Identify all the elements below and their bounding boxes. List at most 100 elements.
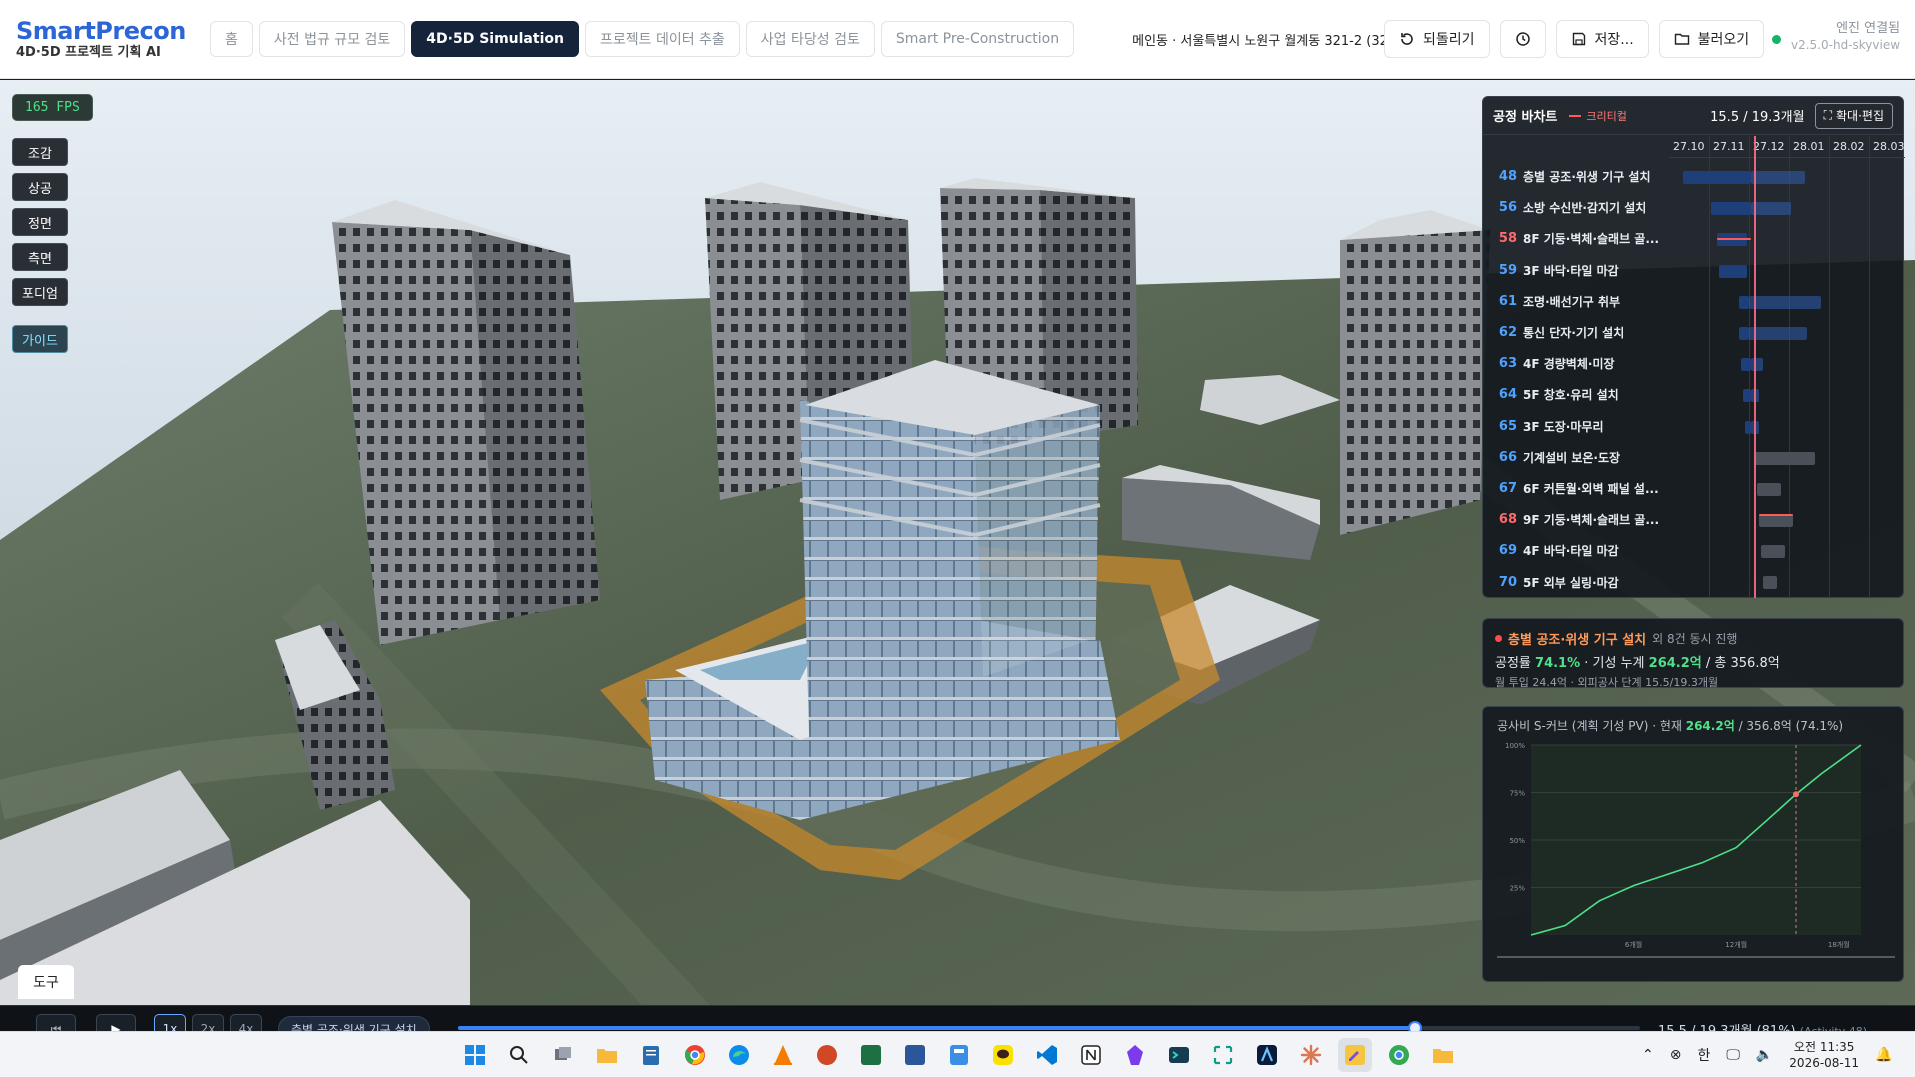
task-id: 62 [1498, 325, 1517, 341]
fps-counter: 165 FPS [12, 94, 93, 121]
tab-feasibility[interactable]: 사업 타당성 검토 [745, 21, 875, 57]
network-icon[interactable]: 🖵 [1726, 1047, 1740, 1063]
load-button[interactable]: 불러오기 [1658, 20, 1765, 58]
chrome-profile-icon[interactable] [1382, 1038, 1416, 1072]
powerpoint-icon[interactable] [810, 1038, 844, 1072]
task-bar[interactable] [1761, 545, 1785, 559]
chevron-up-icon[interactable]: ⌃ [1642, 1047, 1654, 1063]
terminal-icon[interactable] [1162, 1038, 1196, 1072]
s-curve-chart[interactable]: 100% 75% 50% 25% 6개월 12개월 18개월 [1483, 737, 1903, 977]
undo-button[interactable]: 되돌리기 [1384, 20, 1490, 58]
total-value: / 총 356.8억 [1705, 656, 1780, 671]
notification-icon[interactable]: 🔔 [1875, 1047, 1892, 1063]
history-button[interactable] [1499, 20, 1546, 58]
view-front-button[interactable]: 정면 [12, 208, 68, 236]
task-bar[interactable] [1719, 264, 1747, 278]
task-bar[interactable] [1683, 171, 1751, 184]
task-bar[interactable] [1757, 482, 1781, 496]
view-side-button[interactable]: 측면 [12, 243, 68, 271]
y-tick-label: 100% [1505, 742, 1525, 750]
gantt-panel: 공정 바차트 크리티컬 15.5 / 19.3개월 ⛶ 확대·편집 27.10 2… [1482, 96, 1905, 598]
ime-indicator[interactable]: 한 [1697, 1045, 1710, 1065]
folder-icon[interactable] [1426, 1038, 1460, 1072]
vscode-icon[interactable] [1030, 1038, 1064, 1072]
start-icon[interactable] [458, 1038, 492, 1072]
task-view-icon[interactable] [546, 1038, 580, 1072]
chrome-icon[interactable] [678, 1038, 712, 1072]
tab-home[interactable]: 홈 [210, 21, 253, 57]
task-bar[interactable] [1739, 326, 1749, 340]
save-icon [1572, 32, 1585, 46]
task-id: 61 [1498, 293, 1517, 309]
tools-tab[interactable]: 도구 [18, 965, 74, 999]
excel-icon[interactable] [854, 1038, 888, 1072]
task-name: 소방 수신반·감지기 설치 [1523, 201, 1647, 216]
vlc-icon[interactable] [766, 1038, 800, 1072]
guide-toggle-button[interactable]: 가이드 [12, 325, 68, 353]
kakaotalk-icon[interactable] [986, 1038, 1020, 1072]
clock-time: 오전 11:35 [1793, 1040, 1855, 1054]
gantt-row[interactable]: 64 5F 창호·유리 설치 [1483, 379, 1903, 410]
system-tray: ⌃ ⊗ 한 🖵 🔈 오전 11:35 2026-08-11 🔔 [1642, 1032, 1892, 1077]
volume-icon[interactable]: 🔈 [1756, 1047, 1773, 1063]
gantt-row[interactable]: 69 4F 바닥·타일 마감 [1483, 535, 1903, 566]
task-name: 4F 바닥·타일 마감 [1523, 544, 1619, 559]
notepad-icon[interactable] [634, 1038, 668, 1072]
system-clock[interactable]: 오전 11:35 2026-08-11 [1789, 1039, 1859, 1071]
x-tick-label: 18개월 [1828, 940, 1850, 949]
task-bar[interactable] [1711, 202, 1751, 216]
claude-icon[interactable] [1294, 1038, 1328, 1072]
timeline-playbar: ⏮ ▶ 1x 2x 4x 층별 공조·위생 기구 설치 15.5 / 19.3개… [0, 1005, 1915, 1044]
gantt-expand-button[interactable]: ⛶ 확대·편집 [1814, 102, 1893, 129]
3d-viewport[interactable]: 165 FPS 조감 상공 정면 측면 포디엄 가이드 도구 공정 바차트 크리… [0, 80, 1915, 1031]
task-bar[interactable] [1755, 451, 1815, 465]
gantt-row[interactable]: 58 8F 기둥·벽체·슬래브 골... [1483, 223, 1903, 254]
gantt-row[interactable]: 59 3F 바닥·타일 마감 [1483, 255, 1903, 286]
x-tick-label: 12개월 [1725, 940, 1747, 949]
view-podium-button[interactable]: 포디엄 [12, 278, 68, 306]
month-label: 28.03 [1873, 140, 1905, 153]
edge-icon[interactable] [722, 1038, 756, 1072]
task-bar[interactable] [1741, 358, 1751, 372]
engine-version: v2.5.0-hd-skyview [1791, 38, 1901, 52]
word-icon[interactable] [898, 1038, 932, 1072]
timeline-slider[interactable] [458, 1021, 1640, 1035]
gantt-row[interactable]: 68 9F 기둥·벽체·슬래브 골... [1483, 504, 1903, 535]
gantt-row[interactable]: 63 4F 경량벽체·미장 [1483, 348, 1903, 379]
sticky-notes-icon[interactable] [1338, 1038, 1372, 1072]
calculator-icon[interactable] [942, 1038, 976, 1072]
save-button[interactable]: 저장... [1555, 20, 1649, 58]
undo-label: 되돌리기 [1423, 32, 1475, 48]
search-icon[interactable] [502, 1038, 536, 1072]
gantt-row[interactable]: 67 6F 커튼월·외벽 패널 설... [1483, 473, 1903, 504]
month-label: 27.12 [1753, 140, 1785, 153]
tab-4d5d-simulation[interactable]: 4D·5D Simulation [411, 21, 579, 57]
task-bar[interactable] [1743, 389, 1751, 403]
tab-regulation-review[interactable]: 사전 법규 규모 검토 [258, 21, 406, 57]
task-id: 70 [1498, 574, 1517, 590]
app-a-icon[interactable] [1250, 1038, 1284, 1072]
obsidian-icon[interactable] [1118, 1038, 1152, 1072]
cumulative-label: · 기성 누계 [1584, 656, 1645, 671]
tab-project-data[interactable]: 프로젝트 데이터 추출 [584, 21, 740, 57]
gantt-row[interactable]: 48 층별 공조·위생 기구 설치 [1483, 161, 1903, 192]
gantt-row[interactable]: 61 조명·배선기구 취부 [1483, 286, 1903, 317]
snipping-tool-icon[interactable] [1206, 1038, 1240, 1072]
view-aerial-button[interactable]: 조감 [12, 138, 68, 166]
gantt-row[interactable]: 70 5F 외부 실링·마감 [1483, 566, 1903, 597]
gantt-row[interactable]: 65 3F 도장·마무리 [1483, 411, 1903, 442]
task-bar[interactable] [1763, 576, 1777, 590]
gantt-row[interactable]: 66 기계설비 보온·도장 [1483, 442, 1903, 473]
close-circle-icon[interactable]: ⊗ [1670, 1047, 1682, 1063]
file-explorer-icon[interactable] [590, 1038, 624, 1072]
clock-icon [1515, 32, 1530, 46]
brand[interactable]: SmartPrecon 4D·5D 프로젝트 기획 AI [16, 17, 196, 61]
gantt-row[interactable]: 62 통신 단자·기기 설치 [1483, 317, 1903, 348]
camera-view-buttons: 조감 상공 정면 측면 포디엄 가이드 [12, 138, 68, 353]
gantt-row[interactable]: 56 소방 수신반·감지기 설치 [1483, 192, 1903, 223]
task-name: 3F 도장·마무리 [1523, 419, 1604, 434]
task-bar[interactable] [1739, 295, 1749, 309]
tab-smart-precon[interactable]: Smart Pre-Construction [880, 21, 1075, 57]
notion-icon[interactable] [1074, 1038, 1108, 1072]
view-top-button[interactable]: 상공 [12, 173, 68, 201]
